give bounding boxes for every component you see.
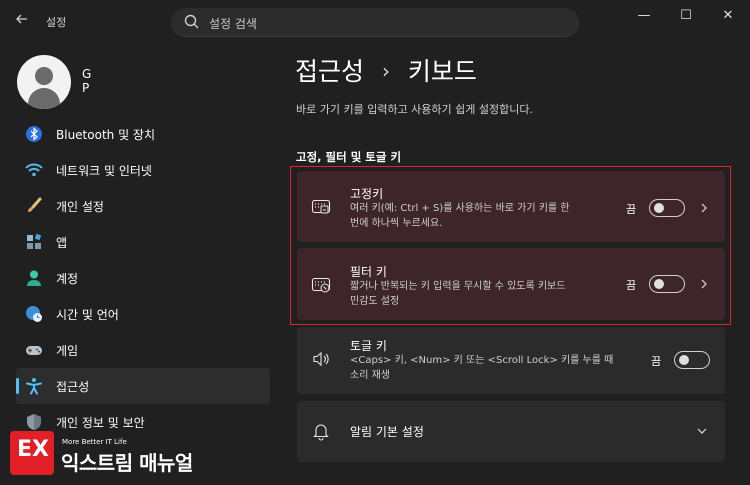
paintbrush-icon bbox=[25, 197, 43, 215]
chevron-down-icon[interactable] bbox=[696, 425, 708, 437]
sidebar-item-label: 접근성 bbox=[56, 380, 90, 394]
sidebar-item-label: 네트워크 및 인터넷 bbox=[56, 164, 152, 178]
section-title: 고정, 필터 및 토글 키 bbox=[296, 150, 402, 164]
logo-letters: EX bbox=[17, 437, 49, 462]
close-button[interactable]: ✕ bbox=[716, 8, 740, 24]
card-subtitle-line: 소리 재생 bbox=[350, 370, 390, 381]
sidebar-item-privacy[interactable]: 개인 정보 및 보안 bbox=[16, 404, 270, 440]
card-subtitle: <Caps> 키, <Num> 키 또는 <Scroll Lock> 키를 누를… bbox=[350, 353, 640, 383]
account-icon bbox=[25, 269, 43, 287]
highlight-annotation-box bbox=[290, 166, 731, 325]
toggle-knob bbox=[679, 355, 689, 365]
breadcrumb: 접근성 › 키보드 bbox=[295, 52, 487, 88]
accessibility-icon bbox=[25, 377, 43, 395]
app-title: 설정 bbox=[46, 16, 67, 29]
sidebar-item-network[interactable]: 네트워크 및 인터넷 bbox=[16, 152, 270, 188]
card-subtitle-line: <Caps> 키, <Num> 키 또는 <Scroll Lock> 키를 누를… bbox=[350, 355, 614, 366]
title-bar: 설정 설정 검색 — ☐ ✕ bbox=[0, 0, 750, 44]
sidebar-item-label: 개인 정보 및 보안 bbox=[56, 416, 145, 430]
sidebar-item-label: 개인 설정 bbox=[56, 200, 104, 214]
search-placeholder: 설정 검색 bbox=[209, 17, 257, 31]
speaker-icon bbox=[311, 349, 331, 369]
shield-icon bbox=[25, 413, 43, 431]
globe-clock-icon bbox=[25, 305, 43, 323]
logo-tagline: More Better IT Life bbox=[62, 438, 127, 446]
sidebar-item-label: 시간 및 언어 bbox=[56, 308, 119, 322]
sidebar-item-personalization[interactable]: 개인 설정 bbox=[16, 188, 270, 224]
card-title: 토글 키 bbox=[350, 339, 387, 353]
breadcrumb-separator: › bbox=[381, 59, 390, 83]
logo-badge: EX bbox=[10, 431, 54, 475]
user-name: G P bbox=[82, 67, 94, 95]
active-indicator bbox=[16, 378, 19, 394]
back-arrow-icon[interactable] bbox=[12, 11, 32, 31]
logo-brand: 익스트림 매뉴얼 bbox=[61, 451, 193, 475]
sidebar-item-gaming[interactable]: 게임 bbox=[16, 332, 270, 368]
sidebar-item-accessibility[interactable]: 접근성 bbox=[16, 368, 270, 404]
card-title: 알림 기본 설정 bbox=[350, 425, 424, 439]
bluetooth-icon bbox=[25, 125, 43, 143]
setting-card-notification-preferences[interactable]: 알림 기본 설정 bbox=[297, 401, 725, 462]
sidebar-item-label: 게임 bbox=[56, 344, 79, 358]
bell-icon bbox=[311, 421, 331, 441]
sidebar-item-label: 계정 bbox=[56, 272, 79, 286]
toggle-keys-toggle[interactable] bbox=[674, 351, 710, 369]
sidebar-item-apps[interactable]: 앱 bbox=[16, 224, 270, 260]
avatar[interactable] bbox=[17, 55, 71, 109]
gamepad-icon bbox=[25, 341, 43, 359]
apps-icon bbox=[25, 233, 43, 251]
page-title: 키보드 bbox=[407, 57, 477, 86]
breadcrumb-parent[interactable]: 접근성 bbox=[295, 57, 364, 86]
maximize-button[interactable]: ☐ bbox=[674, 8, 698, 24]
search-input[interactable]: 설정 검색 bbox=[171, 8, 579, 37]
minimize-button[interactable]: — bbox=[632, 8, 656, 24]
sidebar-item-accounts[interactable]: 계정 bbox=[16, 260, 270, 296]
sidebar-item-time-language[interactable]: 시간 및 언어 bbox=[16, 296, 270, 332]
wifi-icon bbox=[25, 161, 43, 179]
search-icon bbox=[183, 13, 201, 31]
sidebar-item-label: Bluetooth 및 장치 bbox=[56, 128, 156, 142]
sidebar-item-label: 앱 bbox=[56, 236, 68, 250]
page-description: 바로 가기 키를 입력하고 사용하기 쉽게 설정합니다. bbox=[296, 103, 533, 116]
toggle-state-label: 끔 bbox=[651, 355, 662, 368]
sidebar-item-bluetooth[interactable]: Bluetooth 및 장치 bbox=[16, 116, 270, 152]
setting-card-toggle-keys[interactable]: 토글 키 <Caps> 키, <Num> 키 또는 <Scroll Lock> … bbox=[297, 327, 725, 394]
sidebar-nav: Bluetooth 및 장치 네트워크 및 인터넷 개인 설정 앱 계정 시간 … bbox=[16, 116, 270, 440]
